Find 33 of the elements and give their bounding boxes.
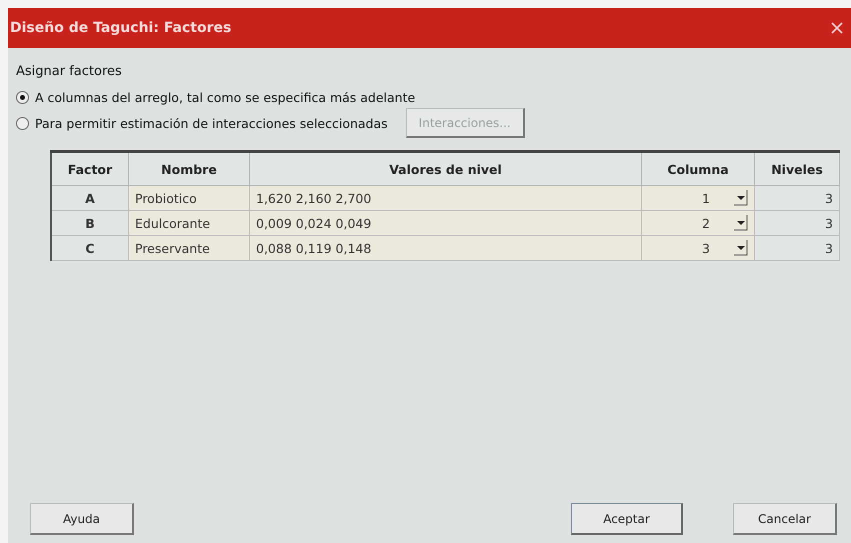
table-cell: 3 (754, 186, 840, 210)
row-header: A (51, 186, 128, 210)
column-dropdown[interactable]: 1 (642, 186, 754, 210)
table-cell[interactable]: 0,009 0,024 0,049 (250, 210, 642, 236)
radio-button[interactable] (16, 90, 29, 104)
dropdown-arrow-icon[interactable] (734, 240, 748, 256)
row-header: C (51, 236, 128, 260)
column-dropdown[interactable]: 2 (642, 210, 754, 236)
dialog-button[interactable]: Ayuda (30, 503, 134, 535)
table-cell[interactable]: Preservante (128, 236, 250, 260)
dialog-button[interactable]: Aceptar (571, 503, 683, 535)
column-header: Columna (642, 152, 754, 186)
dialog-button[interactable]: Cancelar (733, 503, 837, 535)
window-title: Diseño de Taguchi: Factores (10, 20, 232, 36)
table-cell: 3 (754, 210, 840, 236)
radio-label: Para permitir estimación de interacciones seleccionadas (35, 116, 388, 130)
dropdown-arrow-icon[interactable] (734, 215, 748, 231)
table-cell[interactable]: Edulcorante (128, 210, 250, 236)
radio-button[interactable] (16, 116, 29, 130)
table-cell[interactable]: 1,620 2,160 2,700 (250, 186, 642, 210)
column-header: Niveles (754, 152, 840, 186)
table-cell[interactable]: Probiotico (128, 186, 250, 210)
row-header: B (51, 210, 128, 236)
group-label: Asignar factores (16, 64, 122, 79)
column-header: Factor (51, 152, 128, 186)
column-dropdown[interactable]: 3 (642, 236, 754, 260)
close-icon[interactable] (831, 22, 843, 34)
column-header: Valores de nivel (250, 152, 642, 186)
table-cell: 3 (754, 236, 840, 260)
dropdown-arrow-icon[interactable] (734, 190, 748, 206)
radio-label: A columnas del arreglo, tal como se especifica más adelante (35, 90, 416, 104)
column-header: Nombre (128, 152, 250, 186)
table-cell[interactable]: 0,088 0,119 0,148 (250, 236, 642, 260)
